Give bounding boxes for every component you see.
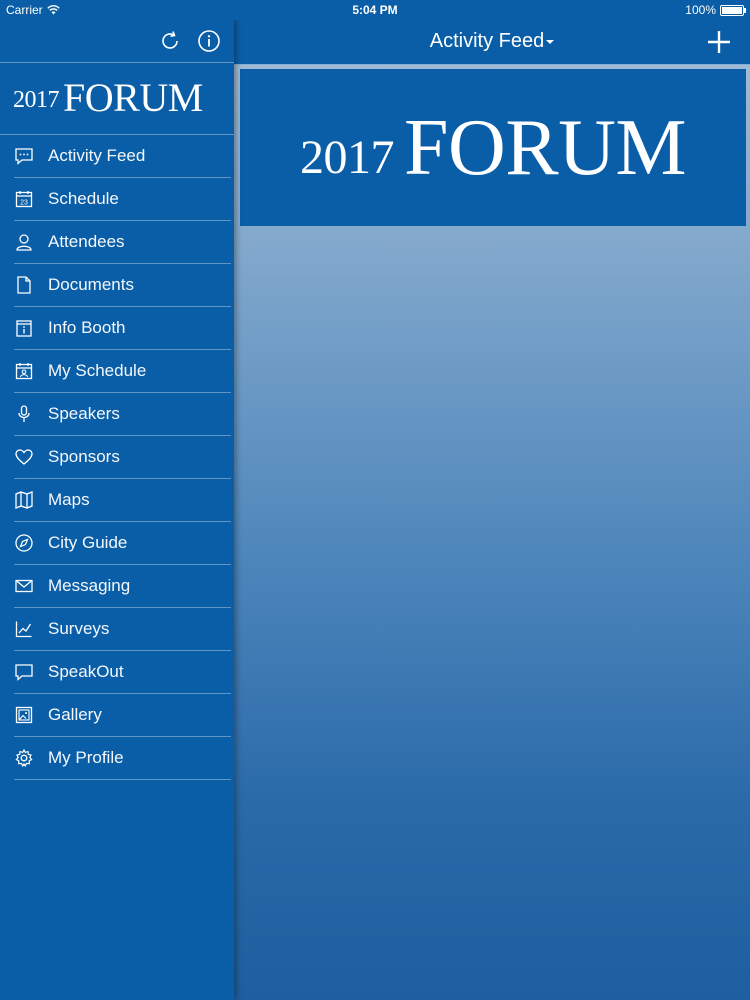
chart-icon: [14, 619, 34, 639]
page-title-label: Activity Feed: [429, 30, 545, 52]
sidebar-item-attendees[interactable]: Attendees: [14, 221, 231, 264]
person-icon: [14, 232, 34, 252]
sidebar-item-label: Attendees: [48, 232, 125, 251]
sidebar-item-label: Messaging: [48, 576, 131, 595]
speech-bubble-icon: [14, 662, 34, 682]
sidebar-item-sponsors[interactable]: Sponsors: [14, 436, 231, 479]
sidebar-toolbar: [0, 20, 234, 63]
banner-year: 2017: [299, 131, 395, 184]
status-bar: Carrier 5:04 PM 100%: [0, 0, 750, 20]
envelope-icon: [14, 576, 34, 596]
chat-bubble-icon: [14, 146, 34, 166]
caret-down-icon: [546, 39, 555, 44]
sidebar-item-city-guide[interactable]: City Guide: [14, 522, 231, 565]
sidebar-item-label: Surveys: [48, 619, 110, 638]
calendar-icon: 23: [14, 189, 34, 209]
refresh-icon[interactable]: [158, 29, 182, 53]
sidebar-item-speakout[interactable]: SpeakOut: [14, 651, 231, 694]
my-schedule-icon: [14, 361, 34, 381]
sidebar-nav: Activity Feed 23 Schedule Attendees Docu…: [0, 135, 234, 780]
sidebar-item-label: Maps: [48, 490, 90, 509]
info-icon[interactable]: [197, 29, 221, 53]
add-icon[interactable]: [706, 29, 732, 55]
battery-icon: [720, 4, 746, 16]
sidebar-item-my-schedule[interactable]: My Schedule: [14, 350, 231, 393]
page-title[interactable]: Activity Feed: [234, 30, 750, 53]
sidebar-item-my-profile[interactable]: My Profile: [14, 737, 231, 780]
sidebar-item-label: Info Booth: [48, 318, 126, 337]
battery-percent: 100%: [685, 3, 716, 17]
sidebar-item-label: Gallery: [48, 705, 102, 724]
sidebar-item-label: City Guide: [48, 533, 128, 552]
banner-word: FORUM: [403, 103, 687, 192]
svg-text:23: 23: [20, 200, 28, 207]
sidebar-item-activity-feed[interactable]: Activity Feed: [14, 135, 231, 178]
sidebar-item-info-booth[interactable]: Info Booth: [14, 307, 231, 350]
logo-year: 2017: [13, 87, 60, 113]
logo-word: FORUM: [63, 75, 203, 120]
sidebar-item-gallery[interactable]: Gallery: [14, 694, 231, 737]
sidebar-item-label: Documents: [48, 275, 134, 294]
status-time: 5:04 PM: [352, 3, 398, 17]
navigation-bar: Activity Feed: [234, 20, 750, 65]
gallery-icon: [14, 705, 34, 725]
sidebar-item-schedule[interactable]: 23 Schedule: [14, 178, 231, 221]
sidebar-item-speakers[interactable]: Speakers: [14, 393, 231, 436]
sidebar-item-label: Speakers: [48, 404, 120, 423]
info-booth-icon: [14, 318, 34, 338]
sidebar-item-label: My Profile: [48, 748, 124, 767]
sidebar-item-label: My Schedule: [48, 361, 147, 380]
sidebar-item-documents[interactable]: Documents: [14, 264, 231, 307]
sidebar-logo: 2017 FORUM: [0, 63, 234, 135]
gear-icon: [14, 748, 34, 768]
battery-group: 100%: [685, 3, 746, 17]
sidebar-item-label: Sponsors: [48, 447, 120, 466]
sidebar-item-label: Schedule: [48, 189, 119, 208]
sidebar-item-maps[interactable]: Maps: [14, 479, 231, 522]
compass-icon: [14, 533, 34, 553]
main-content: Activity Feed 2017 FORUM: [234, 20, 750, 1000]
sidebar-item-label: Activity Feed: [48, 146, 146, 165]
heart-icon: [14, 447, 34, 467]
map-icon: [14, 490, 34, 510]
sidebar-item-surveys[interactable]: Surveys: [14, 608, 231, 651]
sidebar-item-label: SpeakOut: [48, 662, 124, 681]
document-icon: [14, 275, 34, 295]
microphone-icon: [14, 404, 34, 424]
forum-banner: 2017 FORUM: [240, 69, 746, 226]
sidebar: 2017 FORUM Activity Feed 23 Schedule Att…: [0, 20, 234, 1000]
sidebar-item-messaging[interactable]: Messaging: [14, 565, 231, 608]
